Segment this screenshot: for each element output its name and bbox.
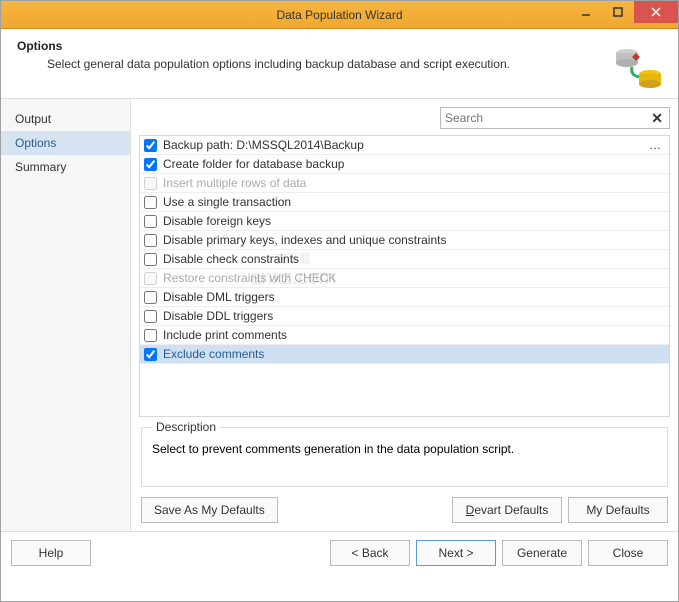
option-row[interactable]: Disable check constraints: [140, 250, 669, 269]
option-checkbox[interactable]: [144, 310, 157, 323]
option-label: Create folder for database backup: [163, 157, 665, 171]
search-clear-icon[interactable]: ✕: [649, 110, 665, 127]
option-row[interactable]: Disable primary keys, indexes and unique…: [140, 231, 669, 250]
option-checkbox[interactable]: [144, 291, 157, 304]
option-label: Disable DDL triggers: [163, 309, 665, 323]
wizard-icon: [612, 39, 662, 89]
search-box: ✕: [440, 107, 670, 129]
option-row[interactable]: Exclude comments: [140, 345, 669, 364]
titlebar: Data Population Wizard: [1, 1, 678, 29]
option-label: Disable primary keys, indexes and unique…: [163, 233, 665, 247]
option-label: Insert multiple rows of data: [163, 176, 665, 190]
option-row[interactable]: Use a single transaction: [140, 193, 669, 212]
search-input[interactable]: [445, 111, 649, 125]
window-title: Data Population Wizard: [276, 8, 402, 22]
option-row[interactable]: Create folder for database backup: [140, 155, 669, 174]
option-checkbox[interactable]: [144, 215, 157, 228]
option-checkbox[interactable]: [144, 234, 157, 247]
sidebar-item-output[interactable]: Output: [1, 107, 130, 131]
sidebar: OutputOptionsSummary: [1, 99, 131, 531]
option-row[interactable]: Include print comments: [140, 326, 669, 345]
options-list: Backup path: D:\MSSQL2014\Backup… Create …: [139, 135, 670, 417]
option-checkbox[interactable]: [144, 196, 157, 209]
option-row[interactable]: Disable foreign keys: [140, 212, 669, 231]
option-row[interactable]: Disable DDL triggers: [140, 307, 669, 326]
description-legend: Description: [152, 420, 220, 434]
option-row[interactable]: Backup path: D:\MSSQL2014\Backup…: [140, 136, 669, 155]
page-subtitle: Select general data population options i…: [17, 57, 510, 71]
header: Options Select general data population o…: [1, 29, 678, 99]
devart-defaults-button[interactable]: Devart Defaults: [452, 497, 562, 523]
next-button[interactable]: Next >: [416, 540, 496, 566]
close-button[interactable]: [634, 1, 678, 23]
window-buttons: [570, 1, 678, 23]
back-button[interactable]: < Back: [330, 540, 410, 566]
minimize-button[interactable]: [570, 1, 602, 23]
option-label: Disable check constraints: [163, 252, 665, 266]
option-row[interactable]: Disable DML triggers: [140, 288, 669, 307]
option-checkbox[interactable]: [144, 139, 157, 152]
option-label: Restore constraints with CHECK: [163, 271, 665, 285]
option-checkbox[interactable]: [144, 329, 157, 342]
sidebar-item-summary[interactable]: Summary: [1, 155, 130, 179]
help-button[interactable]: Help: [11, 540, 91, 566]
option-label: Use a single transaction: [163, 195, 665, 209]
option-checkbox[interactable]: [144, 253, 157, 266]
option-label: Backup path: D:\MSSQL2014\Backup: [163, 138, 645, 152]
description-text: Select to prevent comments generation in…: [152, 442, 657, 456]
my-defaults-button[interactable]: My Defaults: [568, 497, 668, 523]
ellipsis-button[interactable]: …: [645, 138, 665, 152]
page-title: Options: [17, 39, 510, 53]
option-label: Exclude comments: [163, 347, 665, 361]
sidebar-item-options[interactable]: Options: [1, 131, 130, 155]
option-checkbox: [144, 272, 157, 285]
option-row[interactable]: Restore constraints with CHECK: [140, 269, 669, 288]
option-row[interactable]: Insert multiple rows of data: [140, 174, 669, 193]
save-as-defaults-button[interactable]: Save As My Defaults: [141, 497, 278, 523]
option-label: Disable foreign keys: [163, 214, 665, 228]
close-footer-button[interactable]: Close: [588, 540, 668, 566]
option-checkbox[interactable]: [144, 348, 157, 361]
option-checkbox: [144, 177, 157, 190]
description-box: Description Select to prevent comments g…: [141, 427, 668, 487]
footer: Help < Back Next > Generate Close: [1, 531, 678, 573]
option-label: Include print comments: [163, 328, 665, 342]
generate-button[interactable]: Generate: [502, 540, 582, 566]
option-label: Disable DML triggers: [163, 290, 665, 304]
option-checkbox[interactable]: [144, 158, 157, 171]
maximize-button[interactable]: [602, 1, 634, 23]
